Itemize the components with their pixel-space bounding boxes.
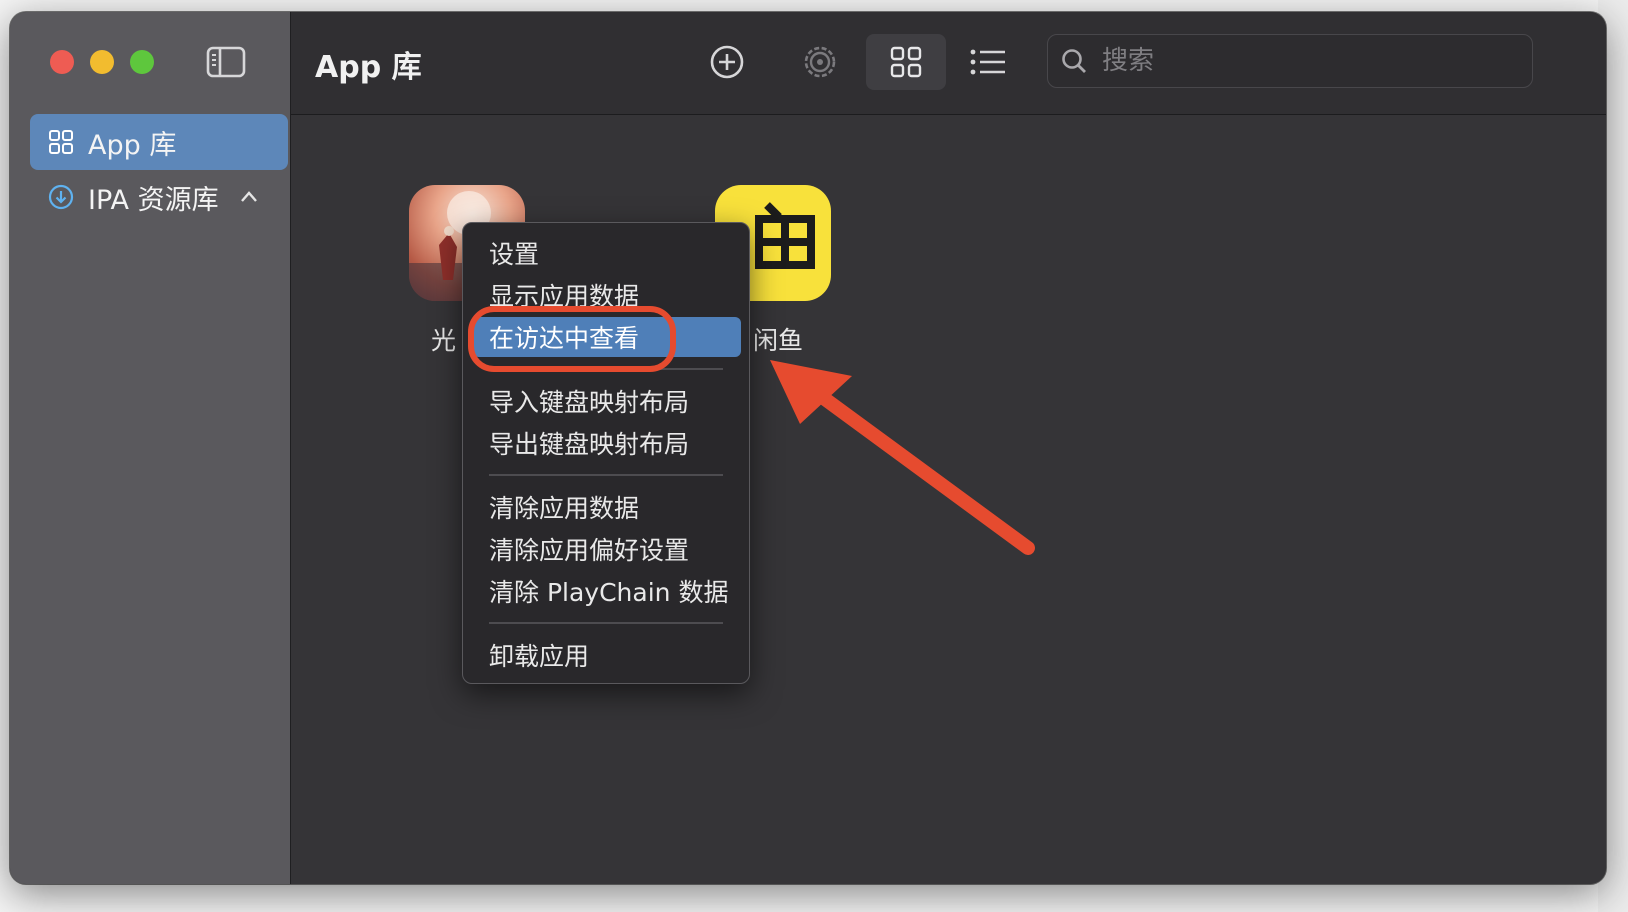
- grid-icon: [48, 129, 74, 155]
- search-input[interactable]: [1100, 45, 1504, 77]
- list-view-button[interactable]: [964, 38, 1012, 86]
- menu-separator: [489, 474, 723, 476]
- menu-item-settings[interactable]: 设置: [473, 233, 741, 273]
- menu-item-import-keymap[interactable]: 导入键盘映射布局: [473, 381, 741, 421]
- zoom-window-button[interactable]: [130, 50, 154, 74]
- search-icon: [1060, 47, 1088, 75]
- grid-view-button[interactable]: [866, 34, 946, 90]
- search-field[interactable]: [1047, 34, 1533, 88]
- menu-item-clear-app-data[interactable]: 清除应用数据: [473, 487, 741, 527]
- download-circle-icon: [48, 184, 74, 210]
- toolbar: App 库: [291, 12, 1606, 115]
- sidebar-toggle-icon[interactable]: [206, 44, 246, 80]
- menu-separator: [489, 622, 723, 624]
- close-window-button[interactable]: [50, 50, 74, 74]
- annotation-arrow-icon: [770, 360, 1035, 555]
- sidebar-item-app-library[interactable]: App 库: [30, 114, 288, 170]
- list-view-icon: [970, 49, 1005, 75]
- page-title: App 库: [315, 50, 422, 85]
- sidebar-item-label: IPA 资源库: [88, 184, 219, 216]
- menu-item-clear-app-preferences[interactable]: 清除应用偏好设置: [473, 529, 741, 569]
- sidebar: App 库 IPA 资源库: [10, 12, 291, 884]
- minimize-window-button[interactable]: [90, 50, 114, 74]
- menu-item-uninstall-app[interactable]: 卸载应用: [473, 635, 741, 675]
- context-menu: 设置 显示应用数据 在访达中查看 导入键盘映射布局 导出键盘映射布局 清除应用数…: [462, 222, 750, 684]
- annotation-highlight-ring: [468, 306, 676, 372]
- menu-item-clear-playchain-data[interactable]: 清除 PlayChain 数据: [473, 571, 741, 611]
- add-app-button[interactable]: [703, 38, 751, 86]
- settings-button[interactable]: [796, 38, 844, 86]
- menu-item-export-keymap[interactable]: 导出键盘映射布局: [473, 423, 741, 463]
- gear-icon: [804, 46, 836, 78]
- plus-circle-icon: [710, 45, 744, 79]
- sidebar-item-ipa-library[interactable]: IPA 资源库: [30, 169, 288, 225]
- sidebar-item-label: App 库: [88, 129, 177, 161]
- chevron-up-icon[interactable]: [239, 187, 259, 207]
- grid-view-icon: [890, 46, 922, 78]
- app-window: App 库 IPA 资源库 App 库 搜索 光 · 闲鱼 设置 显示应用数据 …: [10, 12, 1606, 884]
